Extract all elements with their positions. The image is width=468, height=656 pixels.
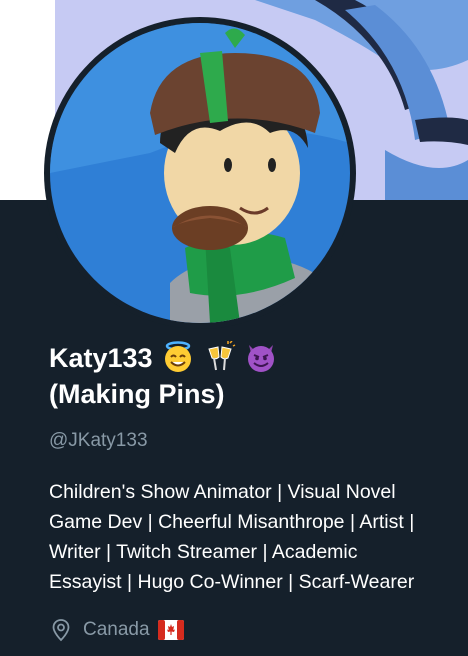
display-name-text: Katy133 [49, 343, 153, 373]
display-name-line-1: Katy133 [49, 340, 449, 376]
location-pin-icon [52, 619, 70, 642]
profile-bio: Children's Show Animator | Visual Novel … [49, 481, 415, 593]
smiling-face-with-horns-icon [245, 341, 277, 373]
avatar-illustration [50, 23, 350, 323]
avatar-frame[interactable] [44, 17, 356, 329]
avatar[interactable] [50, 23, 350, 323]
smiling-face-with-halo-icon [162, 341, 194, 373]
clinking-glasses-icon [204, 341, 236, 373]
display-name: Katy133 (Making Pins) [49, 340, 449, 412]
location-text: Canada [83, 619, 150, 640]
user-handle: @JKaty133 [49, 430, 148, 451]
display-name-line-2: (Making Pins) [49, 379, 225, 409]
flag-canada-icon [157, 620, 184, 640]
profile-location: Canada [49, 616, 184, 644]
